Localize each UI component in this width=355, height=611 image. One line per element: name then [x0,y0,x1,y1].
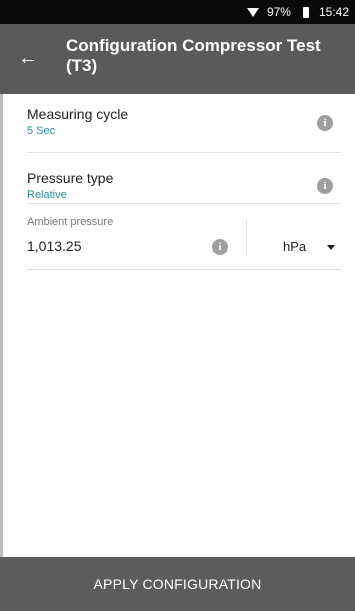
settings-list: Measuring cycle 5 Sec i Pressure type Re… [0,94,355,270]
status-bar: 97% 15:42 [0,0,355,24]
page-title: Configuration Compressor Test (T3) [66,36,321,75]
battery-percent: 97% [266,5,291,19]
apply-configuration-button[interactable]: APPLY CONFIGURATION [0,557,355,611]
battery-icon [302,6,309,18]
app-bar: ← Configuration Compressor Test (T3) [0,24,355,94]
vertical-divider [246,220,247,255]
wifi-icon [246,7,259,17]
clock: 15:42 [318,5,349,19]
setting-row-ambient-pressure: Ambient pressure 1,013.25 i hPa [27,204,341,270]
info-icon[interactable]: i [317,178,333,194]
setting-label: Pressure type [27,170,114,186]
info-icon[interactable]: i [212,239,228,255]
ambient-pressure-input[interactable]: 1,013.25 [27,238,82,254]
setting-row-pressure-type[interactable]: Pressure type Relative i [27,153,341,204]
unit-select[interactable]: hPa [283,239,306,254]
ambient-pressure-label: Ambient pressure [27,216,114,228]
setting-value: Relative [27,189,67,201]
chevron-down-icon[interactable] [327,245,335,250]
setting-label: Measuring cycle [27,106,129,122]
back-arrow-icon[interactable]: ← [16,46,40,70]
setting-value: 5 Sec [27,125,56,137]
setting-row-measuring-cycle[interactable]: Measuring cycle 5 Sec i [27,94,341,153]
info-icon[interactable]: i [317,115,333,131]
